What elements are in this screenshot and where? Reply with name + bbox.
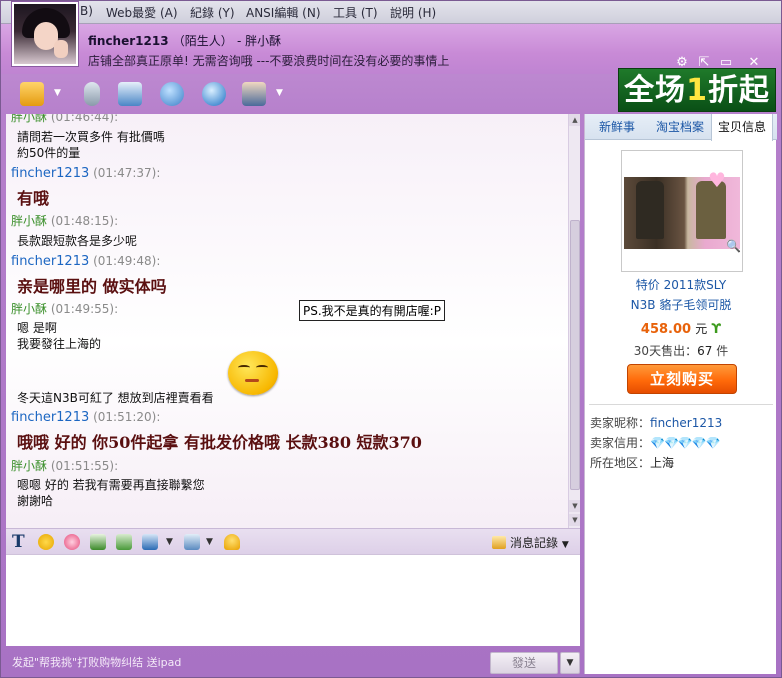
message-header: fincher1213 (01:47:37): — [11, 166, 161, 181]
menu-bar: B) Web最愛 (A) 紀錄 (Y) ANSI編輯 (N) 工具 (T) 說明… — [0, 0, 782, 24]
send-options-icon[interactable]: ▼ — [560, 652, 580, 674]
diamond-rating-icon: 💎💎💎💎💎 — [650, 436, 721, 450]
chevron-down-icon: ▼ — [561, 540, 569, 550]
scroll-up-icon[interactable]: ▲ — [569, 114, 580, 126]
emoticon-icon[interactable] — [38, 534, 54, 550]
video-camera-icon[interactable] — [118, 82, 142, 106]
bottom-bar: 发起"帮我挑"打败购物纠结 送ipad 發送 ▼ — [6, 646, 580, 678]
product-title-line2[interactable]: N3B 貉子毛领可脱 — [585, 296, 777, 313]
chevron-down-icon[interactable]: ▼ — [166, 537, 173, 547]
promo-link[interactable]: 发起"帮我挑"打败购物纠结 送ipad — [12, 654, 181, 670]
contact-signature: 店铺全部真正原单! 无需咨询哦 ---不要浪费时间在没有必要的事情上 — [88, 54, 450, 68]
message-history-button[interactable]: 消息記錄 ▼ — [492, 534, 569, 551]
add-contact-icon[interactable] — [160, 82, 184, 106]
message-header: 胖小酥 (01:49:55): — [11, 302, 119, 316]
tab-news[interactable]: 新鲜事 — [589, 114, 645, 140]
bell-icon[interactable] — [224, 534, 240, 550]
send-button[interactable]: 發送 — [490, 652, 558, 674]
buy-now-button[interactable]: 立刻购买 — [627, 364, 737, 394]
font-icon[interactable]: T — [12, 532, 25, 552]
globe-icon[interactable] — [202, 82, 226, 106]
message-text: 長款跟短款各是多少呢 — [17, 234, 138, 248]
side-tabs: 新鲜事 淘宝档案 宝贝信息 — [585, 114, 777, 141]
message-header: fincher1213 (01:49:48): — [11, 254, 161, 269]
chevron-down-icon[interactable]: ▼ — [276, 88, 283, 98]
message-header: 胖小酥 (01:48:15): — [11, 214, 119, 228]
product-image[interactable]: ♥ 🔍 — [621, 150, 743, 272]
message-text-large: 哦哦 好的 你50件起拿 有批发价格哦 长款380 短款370 — [17, 433, 422, 452]
seller-credit: 卖家信用：💎💎💎💎💎 — [590, 436, 721, 450]
scroll-thumb[interactable] — [570, 220, 580, 490]
service-agent-icon[interactable] — [242, 82, 266, 106]
message-text: 約50件的量 — [17, 146, 81, 160]
message-text-large: 亲是哪里的 做实体吗 — [17, 277, 167, 296]
peer-name: 胖小酥 — [245, 34, 282, 48]
calendar-icon[interactable] — [184, 534, 200, 550]
menu-item-help[interactable]: 說明 (H) — [390, 4, 436, 21]
chat-history[interactable]: 胖小酥 (01:46:44): 請問若一次買多件 有批價嗎 約50件的量 fin… — [6, 114, 580, 528]
seller-location: 所在地区：上海 — [590, 456, 675, 470]
tooltip: PS.我不是真的有開店喔:P — [299, 300, 445, 321]
chevron-down-icon[interactable]: ▼ — [54, 88, 61, 98]
heart-icon: ♥ — [708, 168, 726, 192]
menu-item-record[interactable]: 紀錄 (Y) — [190, 4, 235, 21]
contact-name: fincher1213 — [88, 34, 169, 48]
message-text: 冬天這N3B可紅了 想放到店裡賣看看 — [17, 391, 214, 405]
product-price: 458.00 元 ϒ — [640, 322, 722, 337]
contact-name-line: fincher1213 （陌生人） - 胖小酥 — [88, 32, 281, 49]
menu-item-favorites[interactable]: Web最愛 (A) — [106, 4, 178, 21]
discount-leaf-icon: ϒ — [711, 322, 722, 337]
title-bar: fincher1213 （陌生人） - 胖小酥 店铺全部真正原单! 无需咨询哦 … — [0, 24, 782, 74]
image-icon[interactable] — [116, 534, 132, 550]
scroll-end-icon[interactable]: ▼ — [569, 514, 580, 526]
crop-icon[interactable] — [142, 534, 158, 550]
smiley-emoticon-icon — [228, 351, 278, 395]
message-text: 謝謝哈 — [17, 494, 54, 508]
product-title-line1[interactable]: 特价 2011款SLY — [585, 276, 777, 293]
chat-scrollbar[interactable]: ▲ ▼ ▼ — [568, 114, 580, 528]
message-text: 請問若一次買多件 有批價嗎 — [17, 130, 165, 144]
message-text: 嗯 是啊 — [17, 321, 57, 335]
menu-item-tools[interactable]: 工具 (T) — [333, 4, 378, 21]
menu-item-ansi[interactable]: ANSI編輯 (N) — [246, 4, 321, 21]
avatar[interactable] — [12, 2, 78, 66]
scroll-down-icon[interactable]: ▼ — [569, 500, 580, 512]
promo-banner[interactable]: 全场1折起 — [618, 68, 776, 112]
menu-item-b[interactable]: B) — [80, 4, 93, 18]
microphone-icon[interactable] — [84, 82, 100, 106]
file-transfer-icon[interactable] — [20, 82, 44, 106]
message-text-large: 有哦 — [17, 189, 50, 208]
divider — [589, 404, 773, 405]
magic-emoticon-icon[interactable] — [64, 534, 80, 550]
message-header: 胖小酥 (01:51:55): — [11, 459, 119, 473]
seller-nick: 卖家昵称：fincher1213 — [590, 416, 723, 430]
message-header: fincher1213 (01:51:20): — [11, 410, 161, 425]
title-separator: - — [236, 34, 246, 48]
contact-status: （陌生人） — [172, 34, 233, 48]
product-sold: 30天售出：67 件 — [633, 344, 729, 358]
seller-nick-link[interactable]: fincher1213 — [650, 416, 722, 430]
history-icon — [492, 536, 506, 549]
tab-taobao-profile[interactable]: 淘宝档案 — [647, 114, 713, 140]
chevron-down-icon[interactable]: ▼ — [206, 537, 213, 547]
message-text: 我要發往上海的 — [17, 337, 102, 351]
zoom-icon[interactable]: 🔍 — [726, 239, 741, 253]
message-text: 嗯嗯 好的 若我有需要再直接聯繫您 — [17, 478, 205, 492]
message-input[interactable] — [6, 554, 580, 646]
tab-item-info[interactable]: 宝贝信息 — [711, 114, 773, 141]
edit-toolbar: T ▼ ▼ 消息記錄 ▼ — [6, 528, 580, 554]
side-panel: 新鲜事 淘宝档案 宝贝信息 ♥ 🔍 特价 2011款SLY N3B 貉子毛领可脱… — [584, 114, 777, 674]
screenshot-icon[interactable] — [90, 534, 106, 550]
message-header: 胖小酥 (01:46:44): — [11, 114, 119, 124]
